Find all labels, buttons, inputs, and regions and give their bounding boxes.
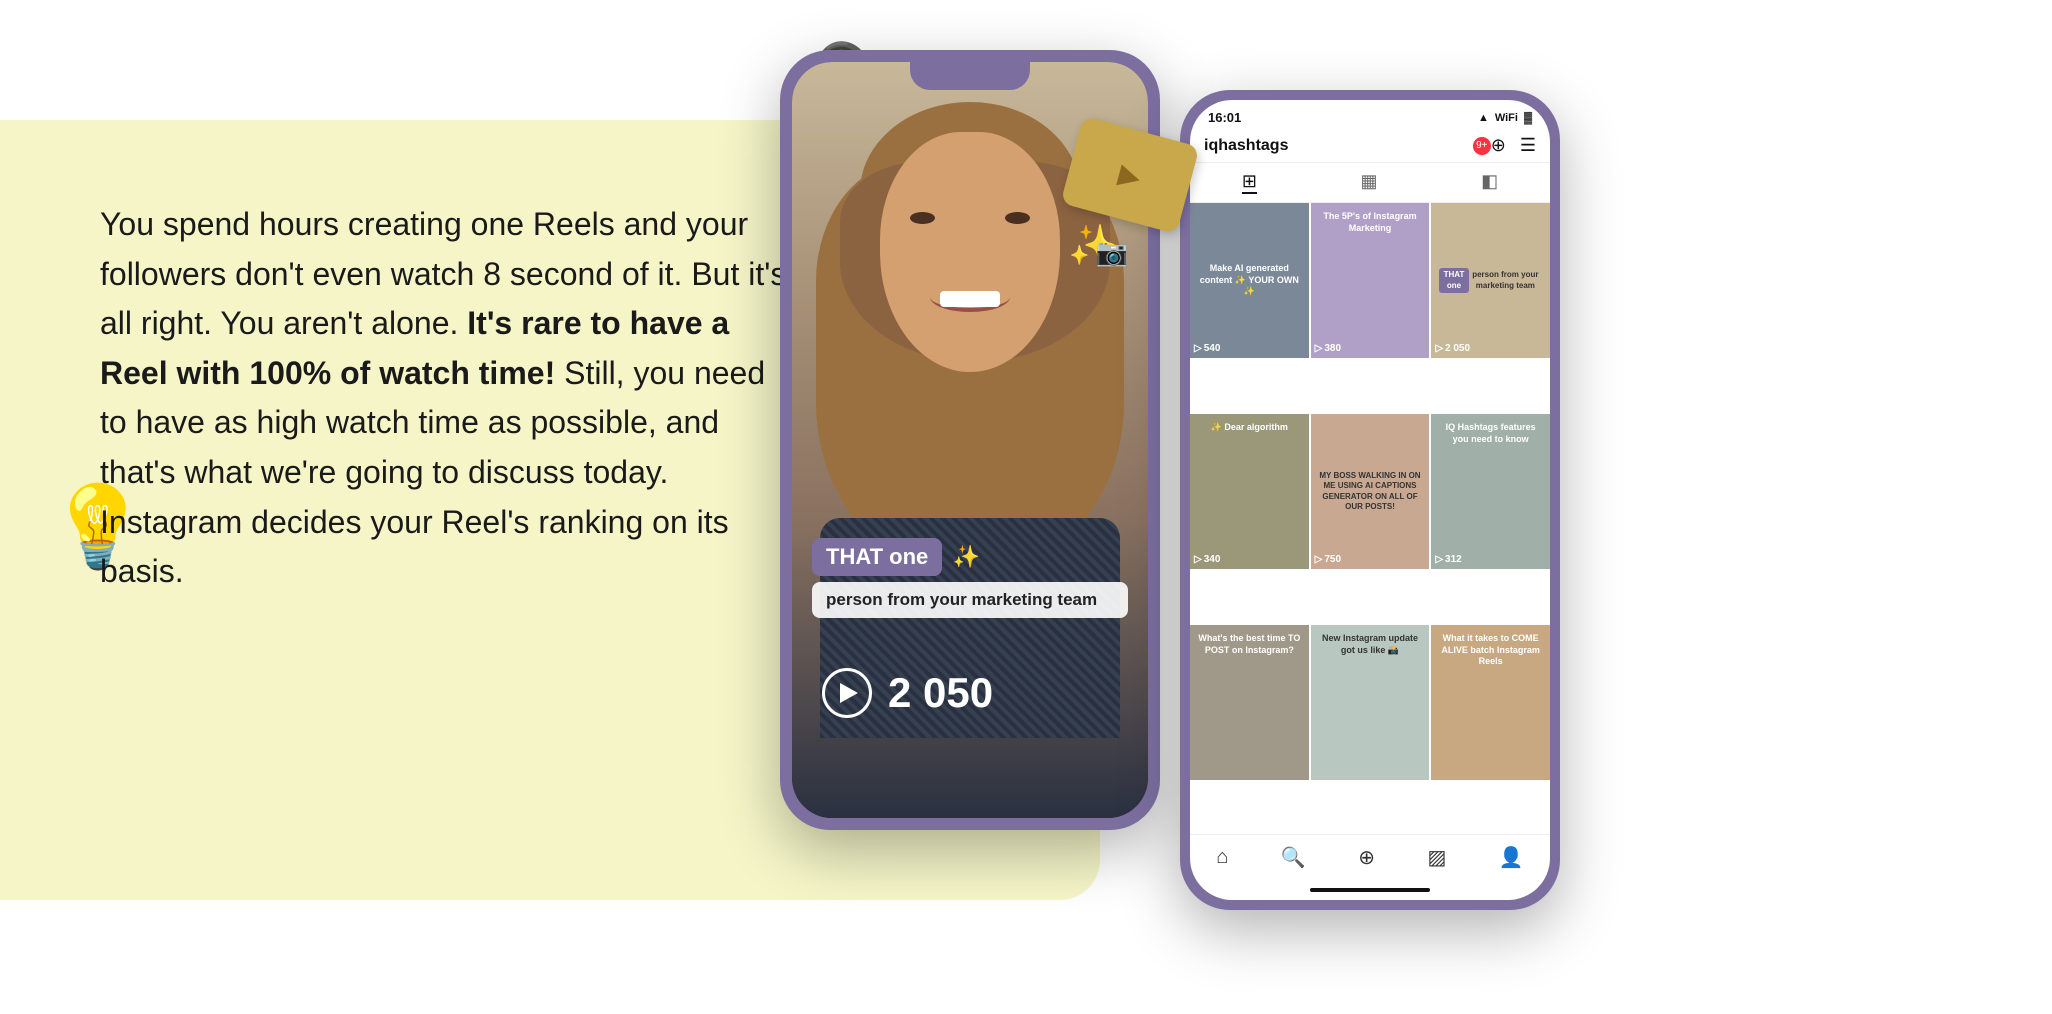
reel-subtitle-text: person from your marketing team xyxy=(812,582,1128,618)
grid-cell-7: What's the best time TO POST on Instagra… xyxy=(1190,625,1309,780)
ig-username: iqhashtags xyxy=(1204,137,1469,155)
nav-add-icon[interactable]: ⊕ xyxy=(1358,845,1375,870)
ig-bottom-nav: ⌂ 🔍 ⊕ ▨ 👤 xyxy=(1190,834,1550,884)
ig-header-icons: ⊕ ☰ xyxy=(1491,135,1536,156)
play-button xyxy=(822,668,872,718)
cell-3-content: THAT one person from your marketing team xyxy=(1431,203,1550,358)
status-time: 16:01 xyxy=(1208,110,1241,125)
play-icon-small: ▷ xyxy=(1194,343,1202,354)
cell-3-subtitle: person from your marketing team xyxy=(1469,270,1542,291)
play-icon-small2: ▷ xyxy=(1315,343,1323,354)
nav-profile-icon[interactable]: 👤 xyxy=(1499,845,1524,870)
phone-reel: ✨ 📷 THAT one ✨ person from your marketin… xyxy=(780,50,1160,830)
cell-1-content: Make AI generated content ✨ YOUR OWN ✨ xyxy=(1190,203,1309,358)
grid-cell-8: New Instagram update got us like 📸 xyxy=(1311,625,1430,780)
main-description: You spend hours creating one Reels and y… xyxy=(100,200,800,597)
content-area: You spend hours creating one Reels and y… xyxy=(100,200,800,597)
play-count-number: 2 050 xyxy=(888,669,993,717)
reel-caption: THAT one ✨ person from your marketing te… xyxy=(812,538,1128,618)
woman-face xyxy=(880,132,1060,372)
tab-reels[interactable]: ▦ xyxy=(1361,171,1378,194)
add-icon[interactable]: ⊕ xyxy=(1491,135,1506,156)
grid-cell-6: IQ Hashtags features you need to know ▷ … xyxy=(1431,414,1550,569)
cell-1-count: ▷ 540 xyxy=(1194,343,1220,354)
cell-5-content: MY BOSS WALKING IN ON ME USING AI CAPTIO… xyxy=(1311,414,1430,569)
that-one-badge: THAT one xyxy=(1439,268,1468,293)
signal-icon: ▲ xyxy=(1478,112,1489,124)
woman-teeth xyxy=(940,291,1000,307)
grid-cell-4: ✨ Dear algorithm ▷ 340 xyxy=(1190,414,1309,569)
tab-grid[interactable]: ⊞ xyxy=(1242,171,1257,194)
ig-header: iqhashtags 9+ ⊕ ☰ xyxy=(1190,129,1550,163)
cell-6-content: IQ Hashtags features you need to know xyxy=(1431,414,1550,569)
nav-home-icon[interactable]: ⌂ xyxy=(1216,846,1228,869)
camera-icon: 📷 xyxy=(1096,237,1128,268)
star-sparkle: ✨ xyxy=(953,544,980,570)
cell-5-count: ▷ 750 xyxy=(1315,554,1341,565)
notification-badge: 9+ xyxy=(1473,137,1491,155)
reel-play-count: 2 050 xyxy=(822,668,993,718)
ig-tabs: ⊞ ▦ ◧ xyxy=(1190,163,1550,203)
eye-right xyxy=(1005,212,1030,224)
cell-4-count: ▷ 340 xyxy=(1194,554,1220,565)
tab-tagged[interactable]: ◧ xyxy=(1481,171,1498,194)
grid-cell-2: The 5P's of Instagram Marketing ▷ 380 xyxy=(1311,203,1430,358)
wifi-icon: WiFi xyxy=(1495,112,1518,124)
home-indicator xyxy=(1310,888,1430,892)
menu-icon[interactable]: ☰ xyxy=(1520,135,1536,156)
cell-2-content: The 5P's of Instagram Marketing xyxy=(1311,203,1430,358)
grid-cell-9: What it takes to COME ALIVE batch Instag… xyxy=(1431,625,1550,780)
phone-instagram: 16:01 ▲ WiFi ▓ iqhashtags 9+ ⊕ ☰ ⊞ ▦ ◧ xyxy=(1180,90,1560,910)
play-icon-small5: ▷ xyxy=(1315,554,1323,565)
grid-cell-5: MY BOSS WALKING IN ON ME USING AI CAPTIO… xyxy=(1311,414,1430,569)
play-triangle-icon xyxy=(840,683,858,703)
phone-notch xyxy=(910,62,1030,90)
play-icon-small3: ▷ xyxy=(1435,343,1443,354)
cell-3-count: ▷ 2 050 xyxy=(1435,343,1470,354)
status-bar: 16:01 ▲ WiFi ▓ xyxy=(1190,100,1550,129)
phone-instagram-screen: 16:01 ▲ WiFi ▓ iqhashtags 9+ ⊕ ☰ ⊞ ▦ ◧ xyxy=(1190,100,1550,900)
battery-icon: ▓ xyxy=(1524,112,1532,124)
reel-highlight-text: THAT one xyxy=(812,538,942,576)
ig-grid: Make AI generated content ✨ YOUR OWN ✨ ▷… xyxy=(1190,203,1550,834)
cell-8-content: New Instagram update got us like 📸 xyxy=(1311,625,1430,780)
cell-7-content: What's the best time TO POST on Instagra… xyxy=(1190,625,1309,780)
cell-6-count: ▷ 312 xyxy=(1435,554,1461,565)
nav-search-icon[interactable]: 🔍 xyxy=(1281,845,1306,870)
cell-4-content: ✨ Dear algorithm xyxy=(1190,414,1309,569)
play-icon-small6: ▷ xyxy=(1435,554,1443,565)
nav-reels-icon[interactable]: ▨ xyxy=(1427,845,1446,870)
grid-cell-1: Make AI generated content ✨ YOUR OWN ✨ ▷… xyxy=(1190,203,1309,358)
eye-left xyxy=(910,212,935,224)
cell-2-count: ▷ 380 xyxy=(1315,343,1341,354)
grid-cell-3: THAT one person from your marketing team… xyxy=(1431,203,1550,358)
play-icon-small4: ▷ xyxy=(1194,554,1202,565)
cell-9-content: What it takes to COME ALIVE batch Instag… xyxy=(1431,625,1550,780)
status-icons: ▲ WiFi ▓ xyxy=(1478,112,1532,124)
